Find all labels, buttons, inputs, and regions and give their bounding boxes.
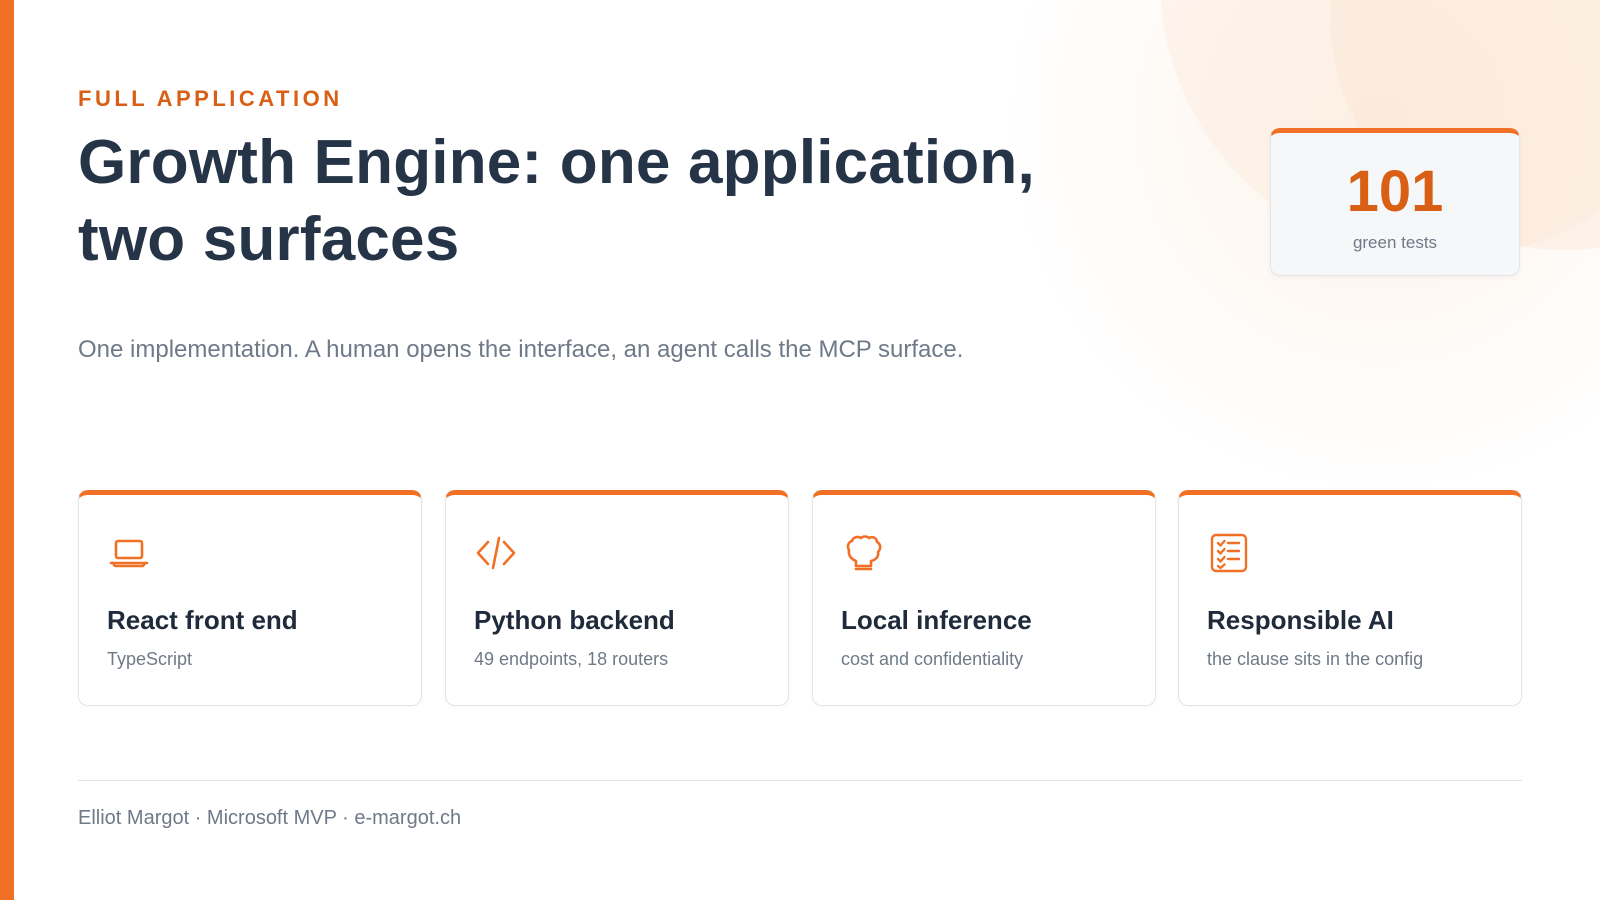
slide-subtitle: One implementation. A human opens the in…	[78, 336, 964, 363]
stat-card: 101 green tests	[1270, 128, 1520, 276]
card-title: React front end	[107, 605, 298, 635]
slide: FULL APPLICATION Growth Engine: one appl…	[0, 0, 1600, 900]
checklist-icon	[1207, 531, 1251, 575]
laptop-icon	[107, 531, 151, 575]
footer-divider	[78, 780, 1522, 781]
feature-card-react: React front end TypeScript	[78, 490, 422, 706]
feature-card-responsible-ai: Responsible AI the clause sits in the co…	[1178, 490, 1522, 706]
feature-card-python: Python backend 49 endpoints, 18 routers	[445, 490, 789, 706]
footer-credits: Elliot Margot · Microsoft MVP · e-margot…	[78, 807, 462, 829]
card-subtitle: 49 endpoints, 18 routers	[474, 649, 669, 669]
card-title: Responsible AI	[1207, 605, 1394, 635]
card-subtitle: the clause sits in the config	[1207, 649, 1424, 669]
eyebrow-label: FULL APPLICATION	[78, 86, 343, 111]
feature-card-inference: Local inference cost and confidentiality	[812, 490, 1156, 706]
stat-value: 101	[1346, 159, 1444, 224]
stat-label: green tests	[1352, 233, 1438, 252]
brain-icon	[841, 531, 885, 575]
accent-side-bar	[0, 0, 14, 900]
slide-title: Growth Engine: one application, two surf…	[78, 128, 1035, 274]
card-subtitle: cost and confidentiality	[841, 649, 1024, 669]
feature-cards: React front end TypeScript Python backen…	[78, 490, 1522, 706]
card-title: Local inference	[841, 605, 1032, 635]
code-icon	[474, 531, 518, 575]
card-subtitle: TypeScript	[107, 649, 193, 669]
card-title: Python backend	[474, 605, 675, 635]
